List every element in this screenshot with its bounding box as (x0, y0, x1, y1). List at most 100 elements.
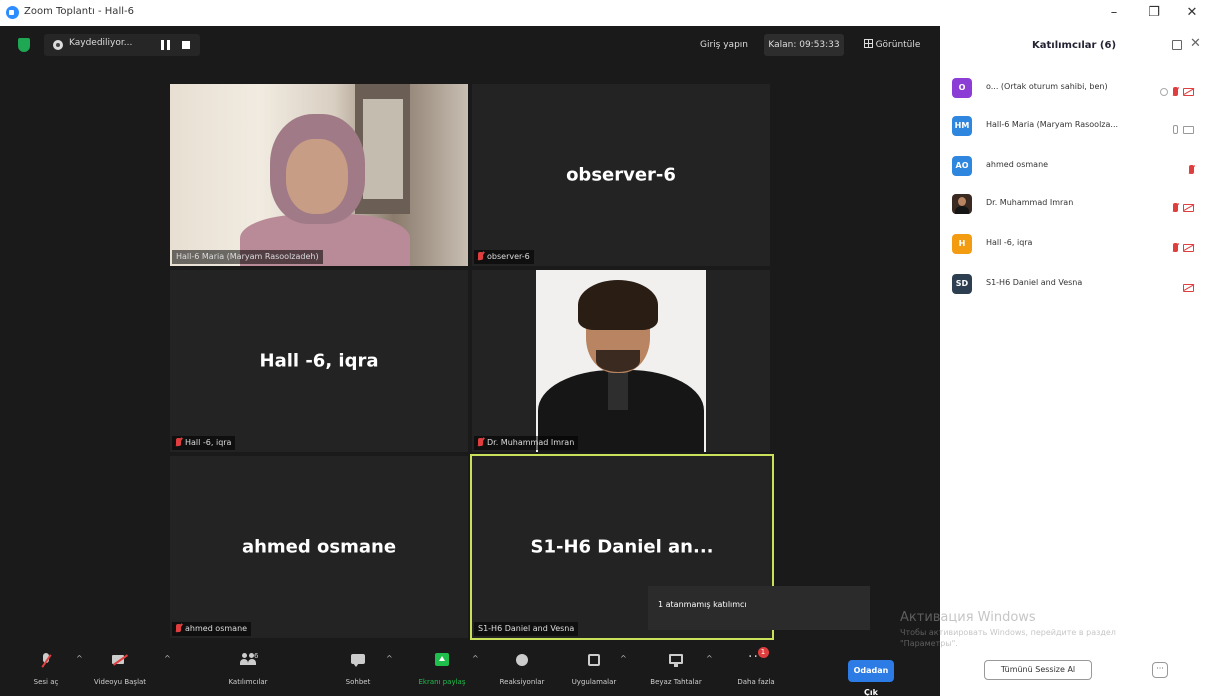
view-label: Görüntüle (875, 40, 921, 50)
panel-more-button[interactable]: ··· (1152, 662, 1168, 678)
participant-name: Dr. Muhammad Imran (986, 198, 1074, 207)
chat-label: Sohbet (345, 678, 371, 686)
video-options-caret[interactable]: ^ (164, 654, 171, 663)
mic-muted-icon[interactable] (1173, 203, 1178, 212)
video-tile-iqra[interactable]: Hall -6, iqra Hall -6, iqra (170, 270, 468, 452)
participant-name: S1-H6 Daniel and Vesna (986, 278, 1083, 287)
avatar: O (952, 78, 972, 98)
participant-row[interactable]: AO ahmed osmane (952, 154, 1202, 180)
participant-name: Hall -6, iqra (986, 238, 1033, 247)
tile-nameplate: Hall -6, iqra (172, 436, 236, 450)
video-tile-observer[interactable]: observer-6 observer-6 (472, 84, 770, 266)
whiteboards-button[interactable]: Beyaz Tahtalar (644, 652, 708, 694)
participant-row[interactable]: H Hall -6, iqra (952, 232, 1202, 258)
tile-center-name: ahmed osmane (241, 536, 397, 558)
mute-all-button[interactable]: Tümünü Sessize Al (984, 660, 1092, 680)
tile-center-name: Hall -6, iqra (259, 350, 379, 372)
participants-button[interactable]: 6 Katılımcılar (216, 652, 280, 694)
participants-panel: Katılımcılar (6) ✕ O o... (Ortak oturum … (940, 26, 1208, 696)
participant-row[interactable]: HM Hall-6 Maria (Maryam Rasoolza... (952, 114, 1202, 140)
leave-room-button[interactable]: Odadan Çık (848, 660, 894, 696)
meeting-top-bar: Kaydediliyor... Giriş yapın Kalan: 09:53… (0, 26, 940, 64)
mic-muted-icon[interactable] (1173, 243, 1178, 252)
video-tile-imran[interactable]: Dr. Muhammad Imran (472, 270, 770, 452)
chat-icon (350, 652, 366, 668)
mic-on-icon[interactable] (1173, 125, 1178, 134)
camera-off-icon[interactable] (1183, 283, 1194, 292)
panel-close-icon[interactable]: ✕ (1190, 36, 1201, 51)
recording-icon (53, 40, 63, 50)
recording-label: Kaydediliyor... (69, 38, 133, 48)
whiteboards-label: Beyaz Tahtalar (650, 678, 702, 686)
muted-mic-icon (176, 624, 181, 632)
avatar: HM (952, 116, 972, 136)
security-shield-icon[interactable] (18, 38, 30, 52)
chat-options-caret[interactable]: ^ (386, 654, 393, 663)
zoom-logo-icon (6, 6, 19, 19)
share-options-caret[interactable]: ^ (472, 654, 479, 663)
participant-name: Hall-6 Maria (Maryam Rasoolza... (986, 120, 1119, 129)
participants-label: Katılımcılar (228, 678, 268, 686)
whiteboard-icon (668, 652, 684, 668)
apps-options-caret[interactable]: ^ (620, 654, 627, 663)
participant-video-imran (536, 270, 706, 452)
reactions-icon (514, 652, 530, 668)
video-tile-ahmed[interactable]: ahmed osmane ahmed osmane (170, 456, 468, 638)
title-bar: Zoom Toplantı - Hall-6 – ❐ ✕ (0, 0, 1208, 26)
minimize-button[interactable]: – (1104, 4, 1124, 22)
grid-view-icon (863, 39, 873, 48)
tile-nameplate: S1-H6 Daniel and Vesna (474, 622, 579, 636)
camera-off-icon[interactable] (1183, 243, 1194, 252)
video-off-icon (112, 652, 129, 668)
unmute-label: Sesi aç (33, 678, 59, 686)
camera-off-icon[interactable] (1183, 87, 1194, 96)
more-label: Daha fazla (737, 678, 775, 686)
close-window-button[interactable]: ✕ (1182, 4, 1202, 22)
start-video-label: Videoyu Başlat (93, 678, 147, 686)
meeting-toolbar: Sesi aç ^ Videoyu Başlat ^ 6 Katılımcıla… (0, 646, 940, 696)
mic-muted-icon[interactable] (1189, 165, 1194, 174)
whiteboard-options-caret[interactable]: ^ (706, 654, 713, 663)
participant-row[interactable]: O o... (Ortak oturum sahibi, ben) (952, 76, 1202, 102)
muted-mic-icon (478, 252, 483, 260)
window-title: Zoom Toplantı - Hall-6 (24, 6, 134, 17)
participant-row[interactable]: Dr. Muhammad Imran (952, 192, 1202, 218)
participant-video-maria (170, 84, 468, 266)
mic-muted-icon[interactable] (1173, 87, 1178, 96)
camera-off-icon[interactable] (1183, 203, 1194, 212)
unassigned-participants-tooltip: 1 atanmamış katılımcı (648, 586, 870, 630)
restore-button[interactable]: ❐ (1144, 4, 1164, 22)
participant-row[interactable]: SD S1-H6 Daniel and Vesna (952, 272, 1202, 298)
avatar-photo (952, 194, 972, 214)
audio-options-caret[interactable]: ^ (76, 654, 83, 663)
video-tile-maria[interactable]: Hall-6 Maria (Maryam Rasoolzadeh) (170, 84, 468, 266)
avatar: H (952, 234, 972, 254)
more-dots-icon: ··· 1 (748, 647, 769, 668)
co-host-icon (1160, 87, 1168, 96)
recording-indicator: Kaydediliyor... (44, 34, 200, 56)
unmute-button[interactable]: Sesi aç (14, 652, 78, 694)
more-button[interactable]: ··· 1 Daha fazla (724, 647, 788, 694)
apps-label: Uygulamalar (571, 678, 617, 686)
meeting-timer: Kalan: 09:53:33 (764, 34, 844, 56)
start-video-button[interactable]: Videoyu Başlat (88, 652, 152, 694)
camera-on-icon[interactable] (1183, 125, 1194, 134)
participant-name: o... (Ortak oturum sahibi, ben) (986, 82, 1108, 91)
view-button[interactable]: Görüntüle (856, 34, 928, 56)
pause-recording-icon[interactable] (161, 40, 170, 50)
share-screen-button[interactable]: Ekranı paylaş (410, 652, 474, 694)
tile-center-name: S1-H6 Daniel an... (530, 536, 714, 558)
share-screen-icon (434, 652, 450, 668)
tile-nameplate: observer-6 (474, 250, 534, 264)
tile-nameplate: Hall-6 Maria (Maryam Rasoolzadeh) (172, 250, 323, 264)
apps-button[interactable]: Uygulamalar (562, 652, 626, 694)
popout-icon[interactable] (1172, 40, 1182, 50)
share-screen-label: Ekranı paylaş (418, 678, 466, 686)
reactions-button[interactable]: Reaksiyonlar (490, 652, 554, 694)
apps-icon (586, 652, 602, 668)
chat-button[interactable]: Sohbet (326, 652, 390, 694)
microphone-muted-icon (38, 652, 54, 668)
stop-recording-icon[interactable] (182, 41, 190, 49)
muted-mic-icon (176, 438, 181, 446)
join-audio-button[interactable]: Giriş yapın (696, 34, 752, 56)
